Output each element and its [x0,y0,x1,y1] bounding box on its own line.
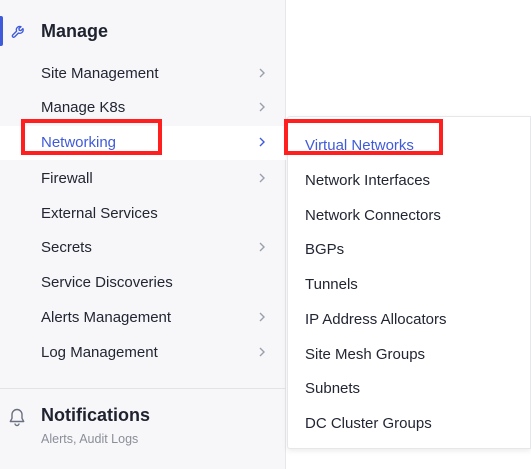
submenu-item-label: Tunnels [305,276,358,293]
chevron-right-icon [259,68,265,78]
active-indicator [0,16,3,46]
submenu-item-label: Site Mesh Groups [305,346,426,363]
chevron-right-icon [259,347,265,357]
submenu-item-ip-address-allocators[interactable]: IP Address Allocators [288,302,531,336]
menu-item-alerts-management[interactable]: Alerts Management [0,301,286,335]
bell-icon [9,408,25,427]
menu-item-label: Manage K8s [41,99,126,116]
submenu-item-bgps[interactable]: BGPs [288,232,531,266]
submenu-item-dc-cluster-groups[interactable]: DC Cluster Groups [288,406,531,440]
submenu-item-site-mesh-groups[interactable]: Site Mesh Groups [288,337,531,371]
submenu-item-network-interfaces[interactable]: Network Interfaces [288,163,531,197]
menu-item-manage-k8s[interactable]: Manage K8s [0,91,286,125]
networking-submenu: Virtual Networks Network Interfaces Netw… [287,116,531,449]
menu-item-service-discoveries[interactable]: Service Discoveries [0,266,286,300]
submenu-item-label: Subnets [305,380,361,397]
section-divider [0,388,286,389]
notifications-subtitle: Alerts, Audit Logs [41,432,139,446]
submenu-item-label: BGPs [305,241,345,258]
submenu-item-subnets[interactable]: Subnets [288,371,531,405]
menu-item-networking[interactable]: Networking [0,126,286,160]
menu-item-secrets[interactable]: Secrets [0,231,286,265]
menu-item-label: Secrets [41,239,92,256]
menu-item-label: Site Management [41,65,159,82]
submenu-item-label: DC Cluster Groups [305,415,432,432]
menu-item-log-management[interactable]: Log Management [0,336,286,370]
submenu-item-network-connectors[interactable]: Network Connectors [288,198,531,232]
manage-section-header[interactable]: Manage [0,14,286,48]
notifications-title: Notifications [41,405,151,425]
chevron-right-icon [259,242,265,252]
submenu-item-label: Network Interfaces [305,172,431,189]
chevron-right-icon [259,102,265,112]
menu-item-label: Service Discoveries [41,274,173,291]
chevron-right-icon [259,137,265,147]
menu-item-label: Networking [41,134,117,151]
submenu-item-label: Network Connectors [305,207,441,224]
wrench-icon [11,25,24,38]
menu-item-firewall[interactable]: Firewall [0,162,286,196]
chevron-right-icon [259,173,265,183]
submenu-item-label: IP Address Allocators [305,311,447,328]
menu-item-site-management[interactable]: Site Management [0,57,286,91]
menu-item-label: Log Management [41,344,158,361]
chevron-right-icon [259,312,265,322]
menu-item-label: External Services [41,205,158,222]
submenu-item-virtual-networks[interactable]: Virtual Networks [288,128,531,162]
menu-item-label: Alerts Management [41,309,172,326]
sidebar: Manage Site Management Manage K8s Networ… [0,0,286,469]
menu-item-external-services[interactable]: External Services [0,197,286,231]
submenu-item-label: Virtual Networks [305,137,414,154]
menu-item-label: Firewall [41,170,93,187]
submenu-item-tunnels[interactable]: Tunnels [288,267,531,301]
manage-title: Manage [41,21,109,41]
